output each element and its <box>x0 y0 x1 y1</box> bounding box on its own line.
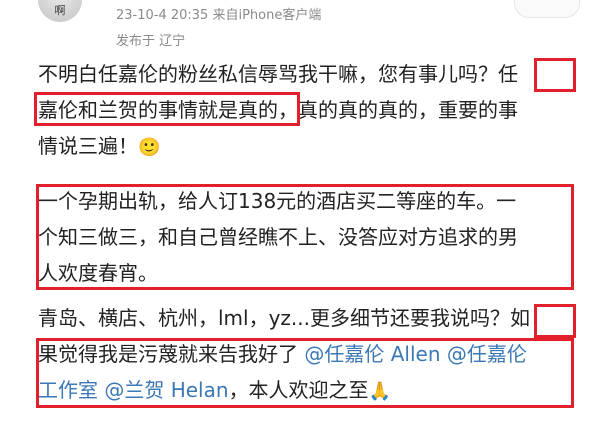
annotation-box <box>534 58 576 92</box>
follow-button[interactable] <box>514 0 580 18</box>
annotation-box <box>534 304 576 338</box>
annotation-box <box>36 184 574 290</box>
avatar[interactable]: 啊 <box>38 0 82 22</box>
annotation-box <box>34 92 300 126</box>
highlighted-text: 任 <box>498 62 518 86</box>
post-source: 来自iPhone客户端 <box>212 8 322 23</box>
avatar-caption: 啊 <box>54 4 66 17</box>
post-location: 发布于 辽宁 <box>116 34 186 49</box>
paragraph-text: ，真的真的真的，重要的事 <box>278 98 518 122</box>
post-timestamp: 23-10-4 20:35 <box>116 8 209 23</box>
paragraph-text: 青岛、横店、杭州，lml，yz...更多细节还要我说吗？ <box>38 306 511 330</box>
smile-emoji-icon: 🙂 <box>138 137 161 158</box>
post-meta: 23-10-4 20:35 来自iPhone客户端 <box>116 4 321 23</box>
annotation-box <box>36 338 574 408</box>
highlighted-text: 如 <box>510 306 531 330</box>
paragraph-text: 情说三遍！ <box>38 134 138 158</box>
paragraph-text: 不明白任嘉伦的粉丝私信辱骂我干嘛，您有事儿吗？ <box>38 62 498 86</box>
